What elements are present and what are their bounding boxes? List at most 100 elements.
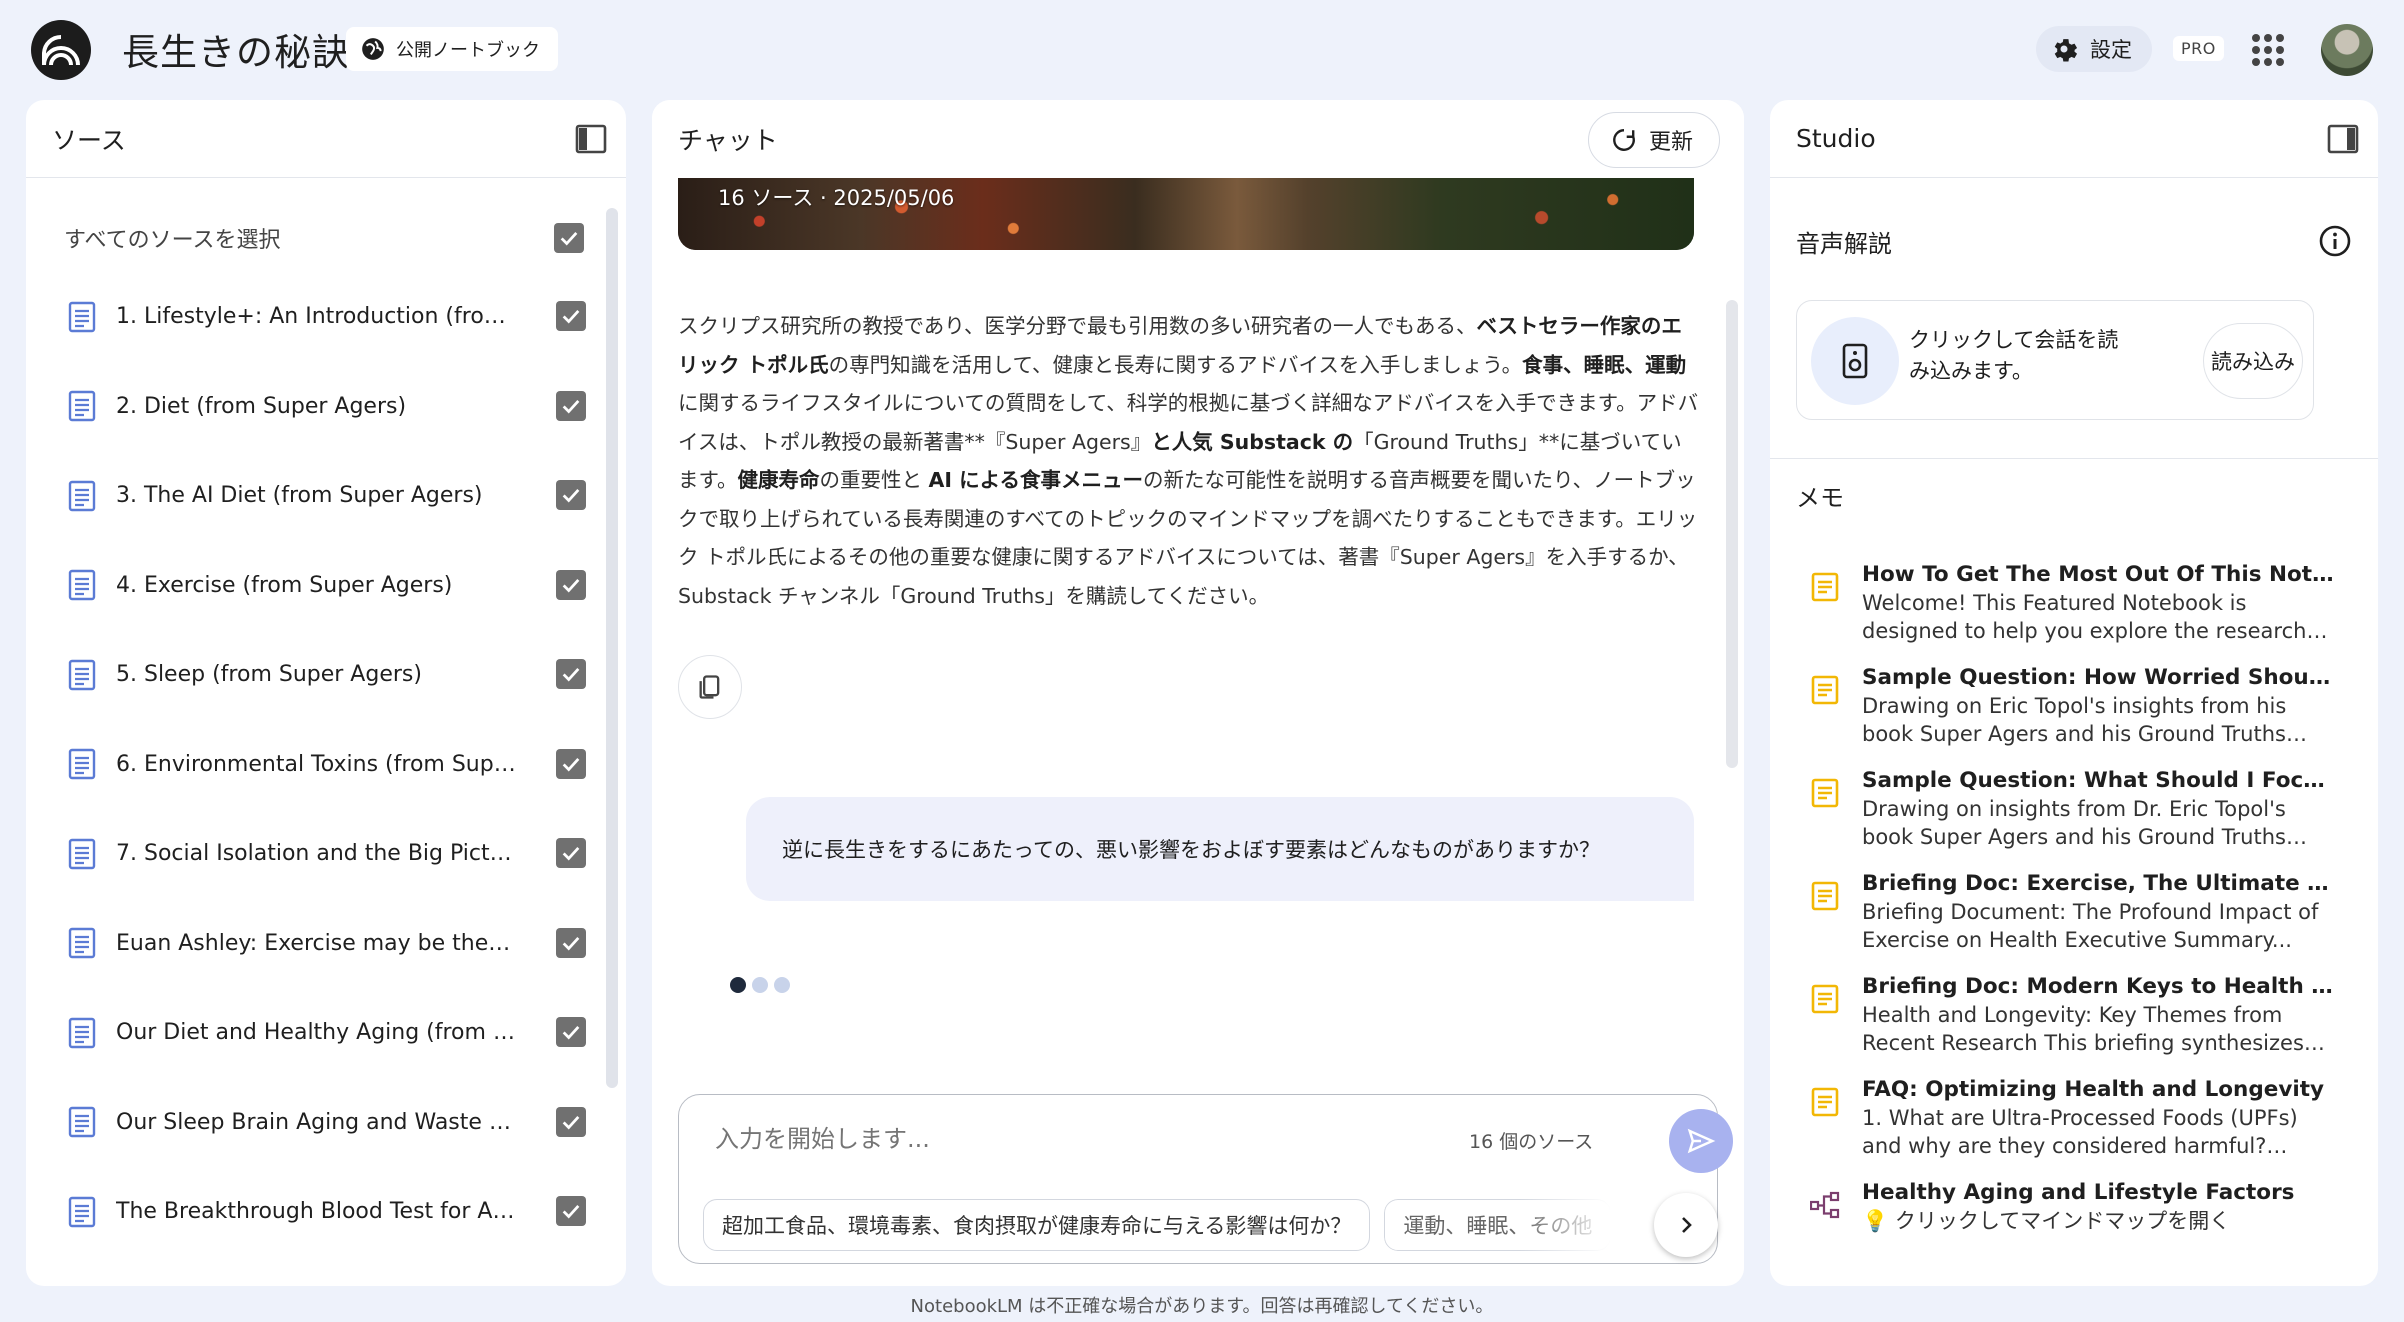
chat-input[interactable] [715,1119,1415,1159]
chat-header: チャット 更新 [652,100,1744,178]
source-label: 6. Environmental Toxins (from Super ... [116,751,516,777]
source-item[interactable]: Euan Ashley: Exercise may be the sin... [62,899,586,989]
note-item[interactable]: Briefing Doc: Modern Keys to Health and.… [1796,974,2336,1077]
description-bold: と人気 Substack の [1151,429,1354,454]
check-icon [562,1026,580,1040]
sources-scrollbar[interactable] [606,208,618,1088]
gear-icon [2054,39,2078,62]
note-title: How To Get The Most Out Of This Notebook [1862,562,2336,587]
note-preview: Drawing on insights from Dr. Eric Topol'… [1862,797,2286,849]
note-preview: Drawing on Eric Topol's insights from hi… [1862,694,2287,746]
source-item[interactable]: 2. Diet (from Super Agers) [62,362,586,452]
source-label: 7. Social Isolation and the Big Picture … [116,841,516,867]
source-item[interactable]: 6. Environmental Toxins (from Super ... [62,720,586,810]
check-icon [562,847,580,861]
check-icon [562,578,580,592]
source-item[interactable]: Our Diet and Healthy Aging (from Gr... [62,988,586,1078]
refresh-icon [1613,129,1635,151]
apps-grid-icon[interactable] [2252,34,2284,66]
source-item[interactable]: Our Sleep Brain Aging and Waste Cle... [62,1078,586,1168]
source-item[interactable]: 7. Social Isolation and the Big Picture … [62,809,586,899]
audio-overview-title: 音声解説 [1796,230,1892,258]
divider [1770,458,2378,459]
source-checkbox[interactable] [556,569,586,600]
disclaimer-footer: NotebookLM は不正確な場合があります。回答は再確認してください。 [910,1296,1494,1317]
source-checkbox[interactable] [556,390,586,421]
speaker-icon [1811,317,1899,405]
pro-badge: PRO [2173,36,2224,61]
sources-header: ソース [26,100,626,178]
avatar[interactable] [2321,24,2373,76]
document-icon [68,1196,96,1227]
send-button[interactable] [1669,1109,1733,1173]
source-label: Our Diet and Healthy Aging (from Gr... [116,1020,516,1046]
source-item[interactable]: The Breakthrough Blood Test for Alzh... [62,1167,586,1257]
note-title: FAQ: Optimizing Health and Longevity [1862,1077,2325,1102]
note-item[interactable]: Sample Question: What Should I Focus On … [1796,768,2336,871]
note-item[interactable]: Healthy Aging and Lifestyle Factors 💡 クリッ… [1796,1180,2336,1283]
source-item[interactable]: 5. Sleep (from Super Agers) [62,630,586,720]
source-checkbox[interactable] [556,748,586,779]
source-item[interactable]: 3. The AI Diet (from Super Agers) [62,451,586,541]
refresh-button[interactable]: 更新 [1587,112,1720,168]
studio-title: Studio [1796,124,1876,153]
notebook-description: スクリプス研究所の教授であり、医学分野で最も引用数の多い研究者の一人でもある、ベ… [678,307,1702,615]
chat-scrollbar[interactable] [1726,300,1738,768]
info-icon[interactable] [2318,224,2352,258]
collapse-panel-icon[interactable] [574,122,608,156]
note-preview: 1. What are Ultra-Processed Foods (UPFs)… [1862,1106,2298,1158]
note-item[interactable]: Briefing Doc: Exercise, The Ultimate Med… [1796,871,2336,974]
notebooklm-logo-icon[interactable] [31,20,91,80]
note-title: Healthy Aging and Lifestyle Factors [1862,1180,2295,1205]
studio-header: Studio [1770,100,2378,178]
source-checkbox[interactable] [556,301,586,331]
settings-button[interactable]: 設定 [2036,26,2152,72]
source-checkbox[interactable] [556,480,586,510]
note-item[interactable]: How To Get The Most Out Of This Notebook… [1796,562,2336,665]
loading-indicator [730,977,790,993]
chevron-right-icon [1682,1217,1692,1233]
document-icon [68,1017,96,1048]
document-icon [68,1107,96,1138]
description-text: の専門知識を活用して、健康と長寿に関するアドバイスを入手しましょう。 [828,352,1523,377]
notes-title: メモ [1796,484,1844,512]
source-count: 16 個のソース [1469,1131,1594,1153]
source-label: 4. Exercise (from Super Agers) [116,572,453,598]
note-item[interactable]: Sample Question: How Worried Should I Be… [1796,665,2336,768]
suggestion-chip[interactable]: 運動、睡眠、その他 [1384,1199,1612,1251]
document-icon [68,659,96,690]
copy-button[interactable] [678,655,742,719]
source-checkbox[interactable] [556,927,586,958]
globe-icon [362,38,384,60]
notes-list: How To Get The Most Out Of This Notebook… [1796,562,2336,1283]
notebook-meta-text: 16 ソース · 2025/05/06 [718,186,955,210]
check-icon [560,232,578,246]
source-checkbox[interactable] [556,838,586,868]
source-label: 5. Sleep (from Super Agers) [116,662,422,688]
note-icon [1811,1087,1839,1117]
source-list: 1. Lifestyle+: An Introduction (from Su.… [62,272,586,1257]
top-bar: 長生きの秘訣 公開ノートブック 設定 PRO [0,0,2404,100]
source-checkbox[interactable] [556,1017,586,1047]
suggestion-chip[interactable]: 超加工食品、環境毒素、食肉摂取が健康寿命に与える影響は何か？ [703,1199,1371,1251]
public-notebook-chip[interactable]: 公開ノートブック [346,27,558,71]
collapse-panel-icon[interactable] [2326,122,2360,156]
source-checkbox[interactable] [556,1196,586,1226]
source-checkbox[interactable] [556,659,586,689]
check-icon [562,399,580,413]
source-item[interactable]: 1. Lifestyle+: An Introduction (from Su.… [62,272,586,362]
studio-panel: Studio 音声解説 クリックして会話を読み込みます。 読み込み メモ How… [1770,100,2378,1286]
notebook-title[interactable]: 長生きの秘訣 [122,22,350,76]
check-icon [562,668,580,682]
description-bold: 健康寿命 [737,468,820,492]
load-audio-button[interactable]: 読み込み [2203,323,2303,399]
next-suggestions-button[interactable] [1654,1193,1718,1257]
source-checkbox[interactable] [556,1106,586,1137]
select-all-sources[interactable]: すべてのソースを選択 [64,218,584,258]
check-icon [562,1205,580,1219]
document-icon [68,301,96,332]
note-item[interactable]: FAQ: Optimizing Health and Longevity 1. W… [1796,1077,2336,1180]
select-all-checkbox[interactable] [554,223,584,253]
source-item[interactable]: 4. Exercise (from Super Agers) [62,541,586,631]
source-label: The Breakthrough Blood Test for Alzh... [116,1199,516,1225]
